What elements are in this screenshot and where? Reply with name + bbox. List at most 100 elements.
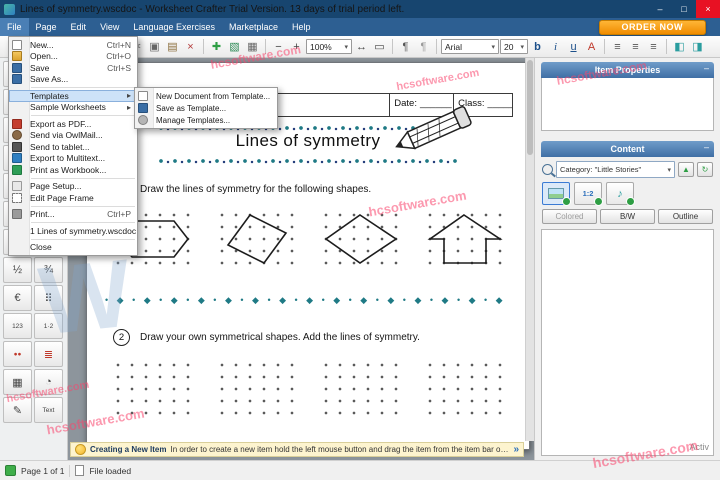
submenu-item-new-from-template[interactable]: New Document from Template... [135, 90, 277, 102]
file-menu-item-save-as[interactable]: Save As... [9, 74, 137, 86]
menu-item-label: Templates [30, 90, 69, 101]
delete-button[interactable]: × [182, 38, 199, 55]
file-menu-item-templates[interactable]: Templates ▸ [9, 90, 137, 102]
statusbar-separator [69, 464, 71, 477]
zoom-out-button[interactable]: − [270, 38, 287, 55]
file-menu-item-new[interactable]: New... Ctrl+N [9, 39, 137, 51]
font-family-dropdown[interactable]: Arial [441, 39, 499, 54]
hundred-grid-tool[interactable]: ▦ [3, 369, 32, 395]
sequence-tool[interactable]: 1·2 [34, 313, 63, 339]
menu-edit[interactable]: Edit [64, 18, 94, 36]
copy-button[interactable]: ▣ [146, 38, 163, 55]
file-menu-item-export-pdf[interactable]: Export as PDF... [9, 118, 137, 130]
zoom-level-dropdown[interactable]: 100% [306, 39, 352, 54]
menu-item-shortcut: Ctrl+S [107, 62, 131, 73]
align-left-button[interactable]: ≡ [609, 38, 626, 55]
file-menu-item-edit-page-frame[interactable]: Edit Page Frame [9, 192, 137, 204]
zoom-in-button[interactable]: + [288, 38, 305, 55]
hint-title: Creating a New Item [90, 445, 167, 454]
file-menu-item-page-setup[interactable]: Page Setup... [9, 181, 137, 193]
image-icon [548, 188, 564, 199]
content-header[interactable]: Content – [541, 141, 714, 157]
add-item-button[interactable]: ✚ [208, 38, 225, 55]
scrollbar-thumb[interactable] [527, 60, 533, 155]
numbers-tool[interactable]: 123 [3, 313, 32, 339]
fit-page-button[interactable]: ▭ [371, 38, 388, 55]
maximize-button[interactable]: □ [672, 0, 696, 18]
beads-tool[interactable]: ●● [3, 341, 32, 367]
font-size-dropdown[interactable]: 20 [500, 39, 528, 54]
class-blank-line: ______ [487, 98, 512, 109]
paragraph-styles-button[interactable]: ¶ [415, 38, 432, 55]
page-nav-icon[interactable] [5, 465, 16, 476]
underline-button[interactable]: u [565, 38, 582, 55]
paragraph-marks-button[interactable]: ¶ [397, 38, 414, 55]
align-right-button[interactable]: ≡ [645, 38, 662, 55]
pencil-tool[interactable]: ✎ [3, 397, 32, 423]
clock-tool[interactable]: ◔ [34, 369, 63, 395]
app-window: { "app": { "title": "Lines of symmetry.w… [0, 0, 720, 480]
template-page-icon [138, 91, 148, 101]
file-menu-item-send-owlmail[interactable]: Send via OwlMail... [9, 130, 137, 142]
file-menu-item-print-workbook[interactable]: Print as Workbook... [9, 164, 137, 176]
fraction-circle-tool[interactable]: ¾ [34, 257, 63, 283]
statusbar: Page 1 of 1 File loaded [0, 460, 720, 480]
insert-image-button[interactable]: ▧ [226, 38, 243, 55]
fill-color-button[interactable]: ◨ [689, 38, 706, 55]
file-menu-item-export-multitext[interactable]: Export to Multitext... [9, 153, 137, 165]
file-menu-item-recent-file[interactable]: 1 Lines of symmetry.wscdoc [9, 225, 137, 237]
collapse-content-button[interactable]: – [704, 142, 709, 152]
outline-button[interactable]: Outline [658, 209, 713, 224]
collection-refresh-button[interactable]: ↻ [697, 162, 713, 177]
canvas-scrollbar[interactable] [525, 58, 534, 441]
category-dropdown[interactable]: Category: "Little Stories" [556, 161, 675, 178]
menu-marketplace[interactable]: Marketplace [222, 18, 285, 36]
collection-up-button[interactable]: ▲ [678, 162, 694, 177]
bw-button[interactable]: B/W [600, 209, 655, 224]
submenu-item-save-as-template[interactable]: Save as Template... [135, 102, 277, 114]
menu-page[interactable]: Page [29, 18, 64, 36]
menu-separator [31, 222, 135, 223]
menu-help[interactable]: Help [285, 18, 318, 36]
fit-width-button[interactable]: ↔ [353, 38, 370, 55]
file-menu-item-close[interactable]: Close [9, 242, 137, 254]
submenu-item-manage-templates[interactable]: Manage Templates... [135, 114, 277, 126]
font-color-button[interactable]: A [583, 38, 600, 55]
images-filter-toggle[interactable] [542, 182, 571, 206]
hint-next-button[interactable]: » [513, 444, 519, 455]
money-tool[interactable]: € [3, 285, 32, 311]
file-menu-item-print[interactable]: Print... Ctrl+P [9, 209, 137, 221]
menu-file[interactable]: File [0, 18, 29, 36]
paste-button[interactable]: ▤ [164, 38, 181, 55]
menu-item-label: New Document from Template... [156, 91, 271, 101]
geoboards-row-2 [111, 359, 505, 423]
abacus-tool[interactable]: ≣ [34, 341, 63, 367]
file-menu-item-send-tablet[interactable]: Send to tablet... [9, 141, 137, 153]
minimize-button[interactable]: – [648, 0, 672, 18]
file-menu-item-open[interactable]: Open... Ctrl+O [9, 51, 137, 63]
dice-tool[interactable]: ⠿ [34, 285, 63, 311]
content-list[interactable]: Activ [541, 229, 714, 456]
menu-item-label: Manage Templates... [156, 115, 231, 125]
bold-button[interactable]: b [529, 38, 546, 55]
align-center-button[interactable]: ≡ [627, 38, 644, 55]
menu-item-label: Send via OwlMail... [30, 130, 103, 141]
menu-language-exercises[interactable]: Language Exercises [126, 18, 222, 36]
file-menu-item-sample-worksheets[interactable]: Sample Worksheets ▸ [9, 102, 137, 114]
item-properties-header[interactable]: Item Properties – [541, 62, 714, 78]
order-now-button[interactable]: ORDER NOW [598, 20, 706, 35]
colored-button[interactable]: Colored [542, 209, 597, 224]
file-menu-item-save[interactable]: Save Ctrl+S [9, 62, 137, 74]
audio-filter-toggle[interactable]: ♪ [606, 182, 635, 206]
insert-table-button[interactable]: ▦ [244, 38, 261, 55]
italic-button[interactable]: i [547, 38, 564, 55]
frame-color-button[interactable]: ◧ [671, 38, 688, 55]
close-button[interactable]: × [696, 0, 720, 18]
menu-view[interactable]: View [93, 18, 126, 36]
text-frame-tool[interactable]: Text [34, 397, 63, 423]
fraction-tool[interactable]: ½ [3, 257, 32, 283]
ratio-filter-toggle[interactable]: 1:2 [574, 182, 603, 206]
geoboard-kite [215, 209, 297, 273]
collapse-item-properties-button[interactable]: – [704, 63, 709, 73]
open-folder-icon [12, 51, 22, 62]
